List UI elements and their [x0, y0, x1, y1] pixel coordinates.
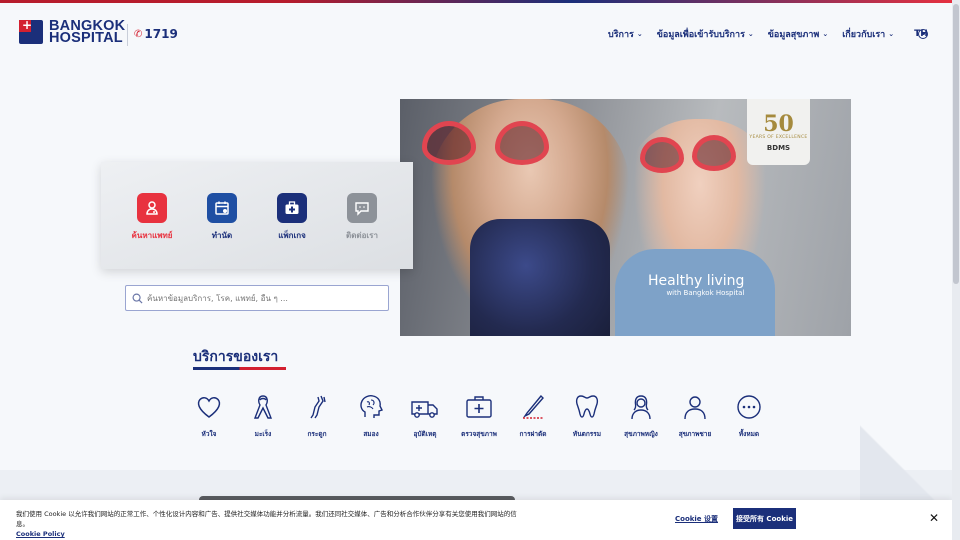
man-icon	[684, 396, 706, 420]
nav-item-health-info[interactable]: ข้อมูลสุขภาพ ⌄	[768, 27, 828, 41]
services-title-underline	[193, 367, 286, 370]
nav-item-patient-info[interactable]: ข้อมูลเพื่อเข้ารับบริการ ⌄	[657, 27, 754, 41]
service-label: หัวใจ	[201, 430, 217, 438]
ribbon-icon	[253, 395, 273, 419]
doctor-icon	[137, 193, 167, 223]
chat-icon	[347, 193, 377, 223]
service-label: มะเร็ง	[254, 430, 272, 438]
user-account-icon[interactable]	[918, 29, 928, 39]
service-bone[interactable]: กระดูก	[290, 393, 344, 439]
close-icon[interactable]: ✕	[929, 511, 939, 525]
cookie-text: 我们使用 Cookie 以允许我们网站的正常工作、个性化设计内容和广告、提供社交…	[16, 510, 517, 528]
hero-banner[interactable]: 50 YEARS OF EXCELLENCE BDMS Healthy livi…	[400, 99, 851, 336]
baby-sunglasses-right	[692, 135, 736, 171]
scrollbar-thumb[interactable]	[953, 4, 959, 284]
chevron-down-icon: ⌄	[747, 30, 754, 38]
hero-caption: Healthy living with Bangkok Hospital	[648, 270, 744, 297]
service-dental[interactable]: ทันตกรรม	[560, 393, 614, 439]
hero-caption-sub: with Bangkok Hospital	[666, 289, 745, 297]
quick-label: แพ็กเกจ	[278, 231, 306, 240]
services-list: หัวใจ มะเร็ง กระดูก สมอง อุบัติเหตุ ตรวจ…	[182, 393, 776, 439]
scalpel-icon	[522, 394, 544, 419]
nav-label: บริการ	[608, 30, 634, 40]
heart-sunglasses-right	[495, 121, 549, 165]
heart-icon	[197, 396, 221, 418]
ambulance-icon	[411, 401, 438, 418]
service-label: ทันตกรรม	[572, 430, 602, 438]
logo-divider	[127, 24, 128, 46]
quick-packages[interactable]: แพ็กเกจ	[262, 193, 322, 242]
badge-number: 50	[763, 110, 794, 137]
phone-icon: ✆	[134, 28, 143, 40]
calendar-icon	[207, 193, 237, 223]
hero-caption-main: Healthy living	[648, 273, 745, 289]
heart-sunglasses-left	[422, 121, 476, 165]
service-all[interactable]: ทั้งหมด	[722, 393, 776, 439]
service-brain[interactable]: สมอง	[344, 393, 398, 439]
cookie-text-block: 我们使用 Cookie 以允许我们网站的正常工作、个性化设计内容和广告、提供社交…	[16, 509, 521, 539]
quick-label: ค้นหาแพทย์	[131, 231, 173, 240]
service-heart[interactable]: หัวใจ	[182, 393, 236, 439]
search-box[interactable]	[125, 285, 389, 311]
service-mens-health[interactable]: สุขภาพชาย	[668, 393, 722, 439]
service-label: ทั้งหมด	[738, 430, 760, 438]
cookie-settings-button[interactable]: Cookie 设置	[675, 514, 718, 524]
more-icon	[737, 395, 761, 419]
nav-label: ข้อมูลเพื่อเข้ารับบริการ	[656, 30, 745, 40]
quick-actions-panel: ค้นหาแพทย์ ทำนัด แพ็กเกจ ติดต่อเรา	[101, 162, 413, 269]
cookie-policy-link[interactable]: Cookie Policy	[16, 530, 65, 538]
site-header: BANGKOK HOSPITAL ✆ 1719 บริการ⌄ ข้อมูลเพ…	[0, 3, 952, 61]
service-checkup[interactable]: ตรวจสุขภาพ	[452, 393, 506, 439]
tooth-icon	[575, 395, 599, 418]
nav-item-services[interactable]: บริการ ⌄	[608, 27, 643, 41]
quick-label: ทำนัด	[211, 231, 233, 240]
quick-label: ติดต่อเรา	[346, 231, 378, 240]
quick-find-doctor[interactable]: ค้นหาแพทย์	[122, 193, 182, 242]
nav-label: ข้อมูลสุขภาพ	[767, 30, 820, 40]
service-surgery[interactable]: การผ่าตัด	[506, 393, 560, 439]
baby-sunglasses-left	[640, 137, 684, 173]
bone-icon	[310, 395, 326, 419]
quick-contact-us[interactable]: ติดต่อเรา	[332, 193, 392, 242]
woman-icon	[631, 395, 651, 420]
service-womens-health[interactable]: สุขภาพหญิง	[614, 393, 668, 439]
first-aid-kit-icon	[466, 396, 492, 418]
anniversary-badge: 50 YEARS OF EXCELLENCE BDMS	[747, 99, 810, 165]
nav-label: เกี่ยวกับเรา	[842, 30, 886, 40]
services-title: บริการของเรา	[193, 349, 279, 365]
page-scrollbar[interactable]	[952, 0, 960, 540]
service-label: สุขภาพชาย	[678, 430, 712, 438]
bangkok-hospital-logo[interactable]: BANGKOK HOSPITAL	[19, 18, 125, 46]
main-nav: บริการ ⌄ ข้อมูลเพื่อเข้ารับบริการ ⌄ ข้อมูล…	[608, 27, 928, 41]
nav-item-about-us[interactable]: เกี่ยวกับเรา ⌄	[842, 27, 894, 41]
search-input[interactable]	[147, 293, 377, 303]
search-icon	[132, 293, 143, 304]
quick-appointment[interactable]: ทำนัด	[192, 193, 252, 242]
badge-brand: BDMS	[766, 143, 791, 152]
service-label: ตรวจสุขภาพ	[461, 430, 497, 438]
badge-years: YEARS OF EXCELLENCE	[749, 134, 808, 140]
chevron-down-icon: ⌄	[636, 30, 643, 38]
service-label: สุขภาพหญิง	[624, 430, 658, 438]
accept-cookies-button[interactable]: 接受所有 Cookie	[733, 508, 796, 529]
hero-girl-dress	[470, 219, 610, 336]
logo-line2: HOSPITAL	[49, 30, 123, 46]
chevron-down-icon: ⌄	[822, 30, 829, 38]
logo-mark-icon	[19, 18, 43, 44]
service-label: สมอง	[363, 430, 379, 438]
hotline-link[interactable]: ✆ 1719	[134, 27, 178, 41]
service-label: การผ่าตัด	[519, 430, 547, 438]
brain-icon	[360, 395, 383, 418]
service-accident[interactable]: อุบัติเหตุ	[398, 393, 452, 439]
medical-bag-icon	[277, 193, 307, 223]
hotline-number: 1719	[144, 27, 178, 41]
service-label: อุบัติเหตุ	[413, 430, 437, 438]
chevron-down-icon: ⌄	[888, 30, 895, 38]
service-cancer[interactable]: มะเร็ง	[236, 393, 290, 439]
service-label: กระดูก	[307, 430, 327, 438]
cookie-banner: 我们使用 Cookie 以允许我们网站的正常工作、个性化设计内容和广告、提供社交…	[0, 500, 952, 540]
